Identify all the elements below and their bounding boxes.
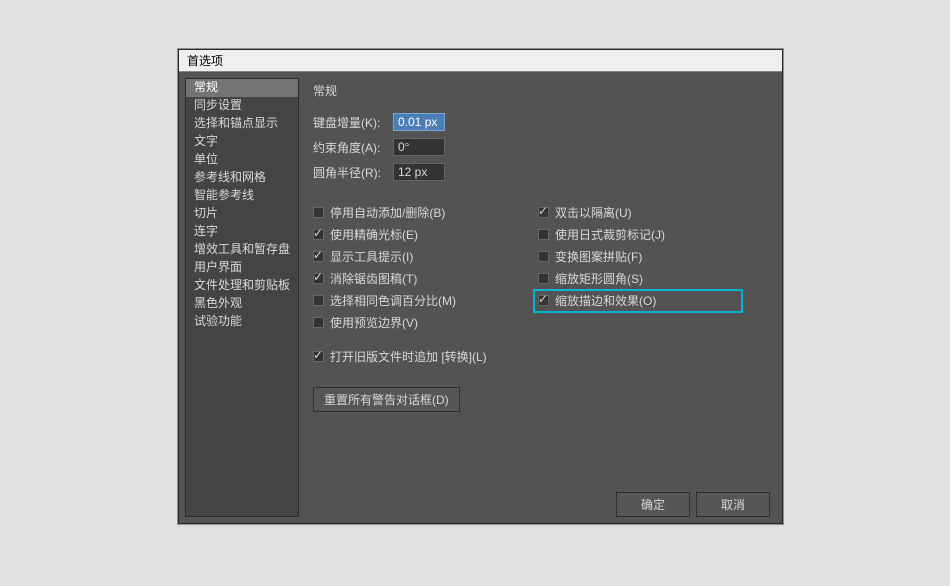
corner-radius-input[interactable] <box>393 163 445 181</box>
append-transform-label: 打开旧版文件时追加 [转换](L) <box>330 348 487 365</box>
checkbox-left-5[interactable] <box>313 317 324 328</box>
checkbox-left-0[interactable] <box>313 207 324 218</box>
checkbox-row-right-3[interactable]: 缩放矩形圆角(S) <box>538 268 738 290</box>
checkbox-left-2[interactable] <box>313 251 324 262</box>
cancel-button[interactable]: 取消 <box>696 492 770 517</box>
checkbox-row-left-3[interactable]: 消除锯齿图稿(T) <box>313 268 538 290</box>
checkbox-right-1[interactable] <box>538 229 549 240</box>
checkbox-label-right-3: 缩放矩形圆角(S) <box>555 270 643 287</box>
ok-button[interactable]: 确定 <box>616 492 690 517</box>
sidebar-item-8[interactable]: 连字 <box>186 223 298 241</box>
sidebar-item-9[interactable]: 增效工具和暂存盘 <box>186 241 298 259</box>
dialog-body: 常规同步设置选择和锚点显示文字单位参考线和网格智能参考线切片连字增效工具和暂存盘… <box>179 72 782 523</box>
corner-radius-row: 圆角半径(R): <box>313 163 770 181</box>
checkbox-row-right-2[interactable]: 变换图案拼贴(F) <box>538 246 738 268</box>
sidebar-item-13[interactable]: 试验功能 <box>186 313 298 331</box>
sidebar-item-4[interactable]: 单位 <box>186 151 298 169</box>
checkbox-right-3[interactable] <box>538 273 549 284</box>
checkbox-col-left: 停用自动添加/删除(B) 使用精确光标(E) 显示工具提示(I) 消除锯齿图稿(T) 选… <box>313 202 538 334</box>
checkbox-left-3[interactable] <box>313 273 324 284</box>
checkbox-grid: 停用自动添加/删除(B) 使用精确光标(E) 显示工具提示(I) 消除锯齿图稿(T) 选… <box>313 202 770 334</box>
checkbox-col-right: 双击以隔离(U) 使用日式裁剪标记(J) 变换图案拼贴(F) 缩放矩形圆角(S) 缩放描… <box>538 202 738 334</box>
checkbox-row-left-4[interactable]: 选择相同色调百分比(M) <box>313 290 538 312</box>
keyboard-increment-label: 键盘增量(K): <box>313 114 393 131</box>
checkbox-row-left-5[interactable]: 使用预览边界(V) <box>313 312 538 334</box>
keyboard-increment-input[interactable] <box>393 113 445 131</box>
preferences-dialog: 首选项 常规同步设置选择和锚点显示文字单位参考线和网格智能参考线切片连字增效工具… <box>178 49 783 524</box>
checkbox-row-right-1[interactable]: 使用日式裁剪标记(J) <box>538 224 738 246</box>
keyboard-increment-row: 键盘增量(K): <box>313 113 770 131</box>
sidebar: 常规同步设置选择和锚点显示文字单位参考线和网格智能参考线切片连字增效工具和暂存盘… <box>185 78 299 517</box>
checkbox-label-right-0: 双击以隔离(U) <box>555 204 632 221</box>
append-transform-checkbox[interactable] <box>313 351 324 362</box>
checkbox-row-left-0[interactable]: 停用自动添加/删除(B) <box>313 202 538 224</box>
sidebar-item-5[interactable]: 参考线和网格 <box>186 169 298 187</box>
reset-warnings-button[interactable]: 重置所有警告对话框(D) <box>313 387 460 412</box>
checkbox-label-left-2: 显示工具提示(I) <box>330 248 413 265</box>
corner-radius-label: 圆角半径(R): <box>313 164 393 181</box>
checkbox-label-left-5: 使用预览边界(V) <box>330 314 418 331</box>
sidebar-item-10[interactable]: 用户界面 <box>186 259 298 277</box>
checkbox-left-1[interactable] <box>313 229 324 240</box>
dialog-title: 首选项 <box>187 54 223 68</box>
checkbox-label-right-1: 使用日式裁剪标记(J) <box>555 226 665 243</box>
checkbox-right-2[interactable] <box>538 251 549 262</box>
checkbox-label-right-2: 变换图案拼贴(F) <box>555 248 642 265</box>
sidebar-item-3[interactable]: 文字 <box>186 133 298 151</box>
sidebar-item-11[interactable]: 文件处理和剪贴板 <box>186 277 298 295</box>
main-panel: 常规 键盘增量(K): 约束角度(A): 圆角半径(R): 停用自动添加/删除(… <box>299 72 782 523</box>
dialog-title-bar: 首选项 <box>179 50 782 72</box>
checkbox-label-left-1: 使用精确光标(E) <box>330 226 418 243</box>
checkbox-label-left-4: 选择相同色调百分比(M) <box>330 292 456 309</box>
sidebar-item-2[interactable]: 选择和锚点显示 <box>186 115 298 133</box>
sidebar-item-1[interactable]: 同步设置 <box>186 97 298 115</box>
constrain-angle-input[interactable] <box>393 138 445 156</box>
append-transform-row[interactable]: 打开旧版文件时追加 [转换](L) <box>313 348 770 365</box>
checkbox-row-right-4[interactable]: 缩放描边和效果(O) <box>533 289 743 313</box>
sidebar-item-7[interactable]: 切片 <box>186 205 298 223</box>
checkbox-right-0[interactable] <box>538 207 549 218</box>
checkbox-row-left-2[interactable]: 显示工具提示(I) <box>313 246 538 268</box>
section-title: 常规 <box>313 82 770 99</box>
button-row: 确定 取消 <box>616 492 770 517</box>
constrain-angle-label: 约束角度(A): <box>313 139 393 156</box>
checkbox-label-left-3: 消除锯齿图稿(T) <box>330 270 417 287</box>
sidebar-item-6[interactable]: 智能参考线 <box>186 187 298 205</box>
checkbox-row-left-1[interactable]: 使用精确光标(E) <box>313 224 538 246</box>
checkbox-left-4[interactable] <box>313 295 324 306</box>
checkbox-row-right-0[interactable]: 双击以隔离(U) <box>538 202 738 224</box>
checkbox-right-4[interactable] <box>538 295 549 306</box>
sidebar-item-12[interactable]: 黑色外观 <box>186 295 298 313</box>
constrain-angle-row: 约束角度(A): <box>313 138 770 156</box>
checkbox-label-left-0: 停用自动添加/删除(B) <box>330 204 445 221</box>
checkbox-label-right-4: 缩放描边和效果(O) <box>555 292 656 309</box>
sidebar-item-0[interactable]: 常规 <box>186 79 298 97</box>
